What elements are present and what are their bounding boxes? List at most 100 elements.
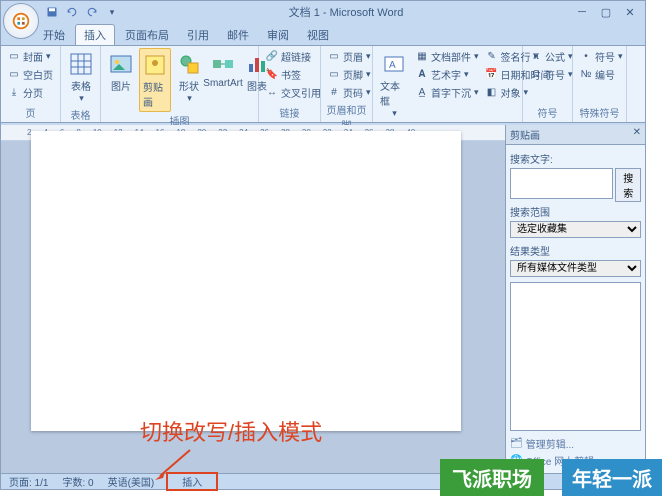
office-button[interactable]	[3, 3, 39, 39]
tab-references[interactable]: 引用	[179, 25, 217, 45]
equation-button[interactable]: π公式▾	[527, 48, 575, 65]
shapes-icon	[175, 50, 203, 78]
annotation-text: 切换改写/插入模式	[140, 415, 322, 447]
type-select[interactable]: 所有媒体文件类型	[510, 260, 641, 277]
group-tables: 表格▾ 表格	[61, 46, 101, 122]
watermark-2: 年轻一派	[562, 459, 662, 496]
manage-icon: 🗂	[510, 438, 523, 449]
status-page[interactable]: 页面: 1/1	[5, 474, 52, 489]
group-illustrations: 图片 剪贴画 形状▾ SmartArt 图表 插图	[101, 46, 259, 122]
symbol-button[interactable]: Ω符号▾	[527, 66, 575, 83]
undo-icon[interactable]	[63, 3, 81, 21]
tab-view[interactable]: 视图	[299, 25, 337, 45]
redo-icon[interactable]	[83, 3, 101, 21]
hyperlink-button[interactable]: 🔗超链接	[263, 48, 323, 65]
statusbar: 页面: 1/1 字数: 0 英语(美国) 插入	[1, 473, 645, 489]
ribbon-tabs: 开始 插入 页面布局 引用 邮件 审阅 视图	[1, 23, 645, 45]
crossref-button[interactable]: ↔交叉引用	[263, 84, 323, 101]
save-icon[interactable]	[43, 3, 61, 21]
cover-page-button[interactable]: ▭封面▾	[5, 48, 55, 65]
header-button[interactable]: ▭页眉▾	[325, 48, 373, 65]
search-label: 搜索文字:	[510, 151, 641, 166]
number-button[interactable]: №编号	[577, 66, 625, 83]
window-controls: ─ ▢ ✕	[571, 4, 641, 20]
close-button[interactable]: ✕	[619, 4, 641, 20]
pagenum-icon: #	[327, 86, 341, 100]
object-icon: ◧	[485, 86, 499, 100]
group-special: •符号▾ №编号 特殊符号	[573, 46, 627, 122]
omega-icon: Ω	[529, 68, 543, 82]
status-language[interactable]: 英语(美国)	[104, 474, 159, 489]
annotation-arrow-icon	[155, 448, 195, 480]
wordart-button[interactable]: 𝐀艺术字▾	[413, 66, 481, 83]
tab-pagelayout[interactable]: 页面布局	[117, 25, 177, 45]
group-label-pages: 页	[5, 104, 56, 120]
scope-label: 搜索范围	[510, 204, 641, 219]
tab-mailings[interactable]: 邮件	[219, 25, 257, 45]
scope-select[interactable]: 选定收藏集	[510, 221, 641, 238]
special-symbol-button[interactable]: •符号▾	[577, 48, 625, 65]
header-icon: ▭	[327, 50, 341, 64]
maximize-button[interactable]: ▢	[595, 4, 617, 20]
smartart-icon	[209, 50, 237, 78]
blank-icon: ▭	[7, 68, 21, 82]
type-label: 结果类型	[510, 243, 641, 258]
table-icon	[67, 50, 95, 78]
group-label-symbols: 符号	[527, 104, 568, 120]
group-pages: ▭封面▾ ▭空白页 ⤓分页 页	[1, 46, 61, 122]
group-label-links: 链接	[263, 104, 316, 120]
equation-icon: π	[529, 50, 543, 64]
footer-button[interactable]: ▭页脚▾	[325, 66, 373, 83]
break-icon: ⤓	[7, 86, 21, 100]
sig-icon: ✎	[485, 50, 499, 64]
shapes-button[interactable]: 形状▾	[173, 48, 205, 106]
tab-home[interactable]: 开始	[35, 25, 73, 45]
table-button[interactable]: 表格▾	[65, 48, 97, 106]
number-icon: №	[579, 68, 593, 82]
smartart-button[interactable]: SmartArt	[207, 48, 239, 91]
footer-icon: ▭	[327, 68, 341, 82]
minimize-button[interactable]: ─	[571, 4, 593, 20]
clipart-button[interactable]: 剪贴画	[139, 48, 171, 112]
ribbon: ▭封面▾ ▭空白页 ⤓分页 页 表格▾ 表格 图片 剪贴画 形状▾ SmartA…	[1, 45, 645, 123]
qat-more-icon[interactable]: ▾	[103, 3, 121, 21]
pagenum-button[interactable]: #页码▾	[325, 84, 373, 101]
tab-review[interactable]: 审阅	[259, 25, 297, 45]
bookmark-button[interactable]: 🔖书签	[263, 66, 323, 83]
cover-icon: ▭	[7, 50, 21, 64]
wordart-icon: 𝐀	[415, 68, 429, 82]
page-break-button[interactable]: ⤓分页	[5, 84, 55, 101]
status-words[interactable]: 字数: 0	[58, 474, 97, 489]
group-symbols: π公式▾ Ω符号▾ 符号	[523, 46, 573, 122]
group-text: A文本框▾ ▦文档部件▾ 𝐀艺术字▾ A̲首字下沉▾ ✎签名行▾ 📅日期和时间 …	[373, 46, 523, 122]
watermark-1: 飞派职场	[440, 459, 544, 496]
link-icon: 🔗	[265, 50, 279, 64]
blank-page-button[interactable]: ▭空白页	[5, 66, 55, 83]
search-input[interactable]	[510, 168, 613, 199]
textbox-button[interactable]: A文本框▾	[377, 48, 411, 121]
svg-text:A: A	[389, 60, 396, 71]
date-icon: 📅	[485, 68, 499, 82]
dropcap-icon: A̲	[415, 86, 429, 100]
quick-access-toolbar: ▾	[43, 3, 121, 21]
group-label-special: 特殊符号	[577, 104, 622, 120]
parts-icon: ▦	[415, 50, 429, 64]
group-label-tables: 表格	[65, 106, 96, 122]
manage-clips-link[interactable]: 🗂管理剪辑...	[510, 435, 641, 452]
search-button[interactable]: 搜索	[615, 168, 641, 202]
picture-button[interactable]: 图片	[105, 48, 137, 95]
textbox-icon: A	[380, 50, 408, 78]
special-icon: •	[579, 50, 593, 64]
pane-close-icon[interactable]: ✕	[633, 127, 641, 142]
pane-title: 剪贴画	[510, 127, 540, 142]
tab-insert[interactable]: 插入	[75, 24, 115, 45]
bookmark-icon: 🔖	[265, 68, 279, 82]
word-window: ▾ 文档 1 - Microsoft Word ─ ▢ ✕ 开始 插入 页面布局…	[0, 0, 646, 490]
pane-header: 剪贴画 ✕	[506, 125, 645, 145]
quickparts-button[interactable]: ▦文档部件▾	[413, 48, 481, 65]
clipart-pane: 剪贴画 ✕ 搜索文字: 搜索 搜索范围 选定收藏集 结果类型 所有媒体文件类型 …	[505, 125, 645, 473]
document-page[interactable]	[31, 131, 461, 431]
dropcap-button[interactable]: A̲首字下沉▾	[413, 84, 481, 101]
workspace: 246810121416182022242628303234363840 剪贴画…	[1, 125, 645, 473]
clipart-icon	[141, 51, 169, 79]
